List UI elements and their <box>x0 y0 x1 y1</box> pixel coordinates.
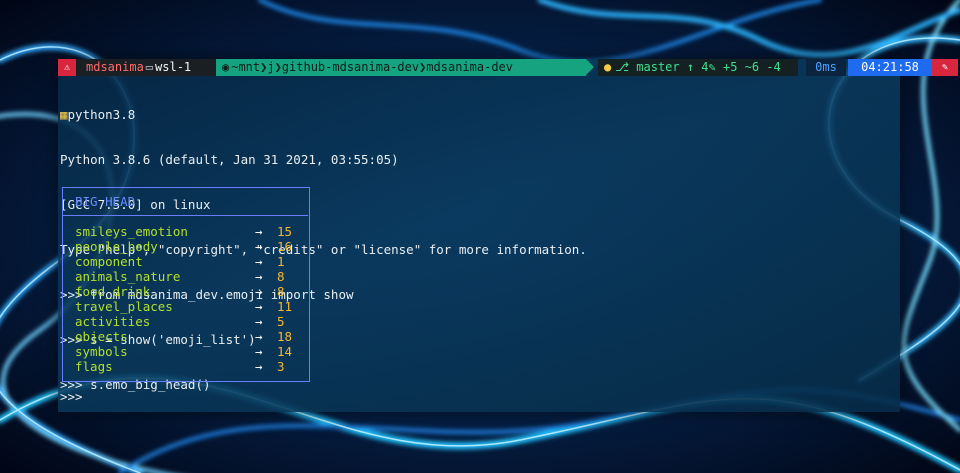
warning-icon: ⚠ <box>58 59 76 76</box>
prompt-clock-segment: 04:21:58 <box>848 59 932 76</box>
segment-arrow <box>586 59 594 75</box>
prompt-user-segment: ⚠ mdsanima ▭ wsl-1 <box>58 59 216 76</box>
laptop-icon: ▭ <box>145 60 154 74</box>
linux-icon: ◉ <box>222 60 230 74</box>
repl-input-prompt[interactable]: >>> <box>60 389 83 404</box>
terminal-line: Python 3.8.6 (default, Jan 31 2021, 03:5… <box>60 152 399 167</box>
list-item: component → 1 <box>75 254 285 269</box>
terminal-window[interactable]: ⚠ mdsanima ▭ wsl-1 ◉ ~mnt❯j❯github-mdsan… <box>58 59 958 412</box>
list-item: food_drink → 8 <box>75 284 285 299</box>
panel-divider <box>63 215 308 216</box>
list-item: objects → 18 <box>75 329 293 344</box>
list-item: travel_places → 11 <box>75 299 293 314</box>
prompt-clock: 04:21:58 <box>861 60 919 74</box>
emoji-list-panel: BIG HEAD smileys_emotion → 15 people_body →… <box>62 187 310 382</box>
panel-rows: smileys_emotion → 15 people_body → 16 compon… <box>75 224 305 374</box>
prompt-end-segment: ✎ <box>932 59 958 76</box>
prompt-git-status: ⎇ master ↑ 4✎ +5 ~6 -4 <box>615 60 781 74</box>
prompt-user: mdsanima <box>86 60 144 74</box>
prompt-duration: 0ms <box>815 60 837 74</box>
prompt-duration-segment: 0ms <box>806 59 846 76</box>
list-item: animals_nature → 8 <box>75 269 285 284</box>
terminal-line: ▦python3.8 <box>60 107 136 122</box>
github-icon: ● <box>604 60 612 74</box>
list-item: symbols → 14 <box>75 344 293 359</box>
prompt-host: wsl-1 <box>155 60 192 74</box>
prompt-bar: ⚠ mdsanima ▭ wsl-1 ◉ ~mnt❯j❯github-mdsan… <box>58 59 958 76</box>
snake-icon: ▦ <box>60 107 68 122</box>
prompt-path-segment: ◉ ~mnt❯j❯github-mdsanima-dev❯mdsanima-de… <box>216 59 594 76</box>
lock-icon: ✎ <box>941 62 949 73</box>
list-item: flags → 3 <box>75 359 285 374</box>
panel-title: BIG HEAD <box>75 194 136 209</box>
prompt-git-segment: ● ⎇ master ↑ 4✎ +5 ~6 -4 <box>598 59 798 76</box>
list-item: activities → 5 <box>75 314 285 329</box>
list-item: smileys_emotion → 15 <box>75 224 293 239</box>
prompt-path: ~mnt❯j❯github-mdsanima-dev❯mdsanima-dev <box>231 60 513 74</box>
list-item: people_body → 16 <box>75 239 293 254</box>
